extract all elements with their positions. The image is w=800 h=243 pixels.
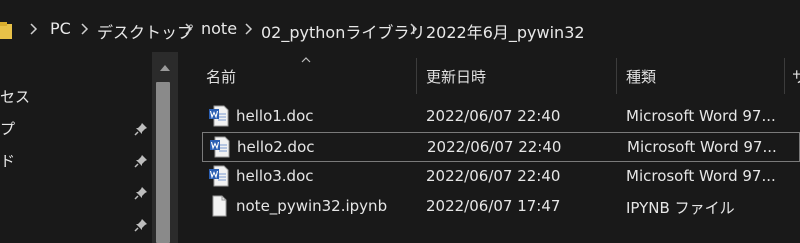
pin-icon[interactable] <box>134 186 148 200</box>
nav-item-label: セス <box>0 88 31 106</box>
breadcrumb-note[interactable]: note <box>201 19 237 38</box>
chevron-right-icon[interactable] <box>79 22 89 36</box>
file-type: IPYNB ファイル <box>626 199 735 217</box>
file-name: hello3.doc <box>236 167 314 185</box>
file-type: Microsoft Word 97... <box>626 167 776 185</box>
column-divider[interactable] <box>416 58 417 94</box>
generic-file-icon <box>212 195 227 217</box>
breadcrumb-desktop[interactable]: デスクトップ <box>97 19 193 43</box>
folder-icon <box>0 22 12 39</box>
column-header-type[interactable]: 種類 <box>626 66 656 87</box>
chevron-right-icon[interactable] <box>28 22 38 36</box>
file-name: hello2.doc <box>237 138 315 156</box>
breadcrumb-current-folder[interactable]: 2022年6月_pywin32 <box>426 19 585 43</box>
breadcrumb-pc[interactable]: PC <box>50 19 71 38</box>
file-name: hello1.doc <box>236 107 314 125</box>
chevron-right-icon[interactable] <box>243 22 253 36</box>
chevron-right-icon[interactable] <box>183 22 193 36</box>
file-list: 名前 更新日時 種類 サ hello1.doc 2022/06/07 22:40… <box>180 52 800 243</box>
file-row[interactable]: note_pywin32.ipynb 2022/06/07 17:47 IPYN… <box>202 192 800 222</box>
pin-icon[interactable] <box>134 122 148 136</box>
column-divider[interactable] <box>616 58 617 94</box>
nav-item-downloads[interactable]: ド <box>0 150 15 176</box>
sort-ascending-caret-icon <box>301 57 311 63</box>
column-header-date-modified[interactable]: 更新日時 <box>426 66 486 87</box>
file-row[interactable]: hello1.doc 2022/06/07 22:40 Microsoft Wo… <box>202 102 800 132</box>
file-name: note_pywin32.ipynb <box>236 197 388 215</box>
pin-icon[interactable] <box>134 154 148 168</box>
address-bar[interactable]: PC デスクトップ note 02_pythonライブラリ 2022年6月_py… <box>0 0 800 52</box>
nav-scrollbar[interactable] <box>152 52 178 243</box>
file-row-selected[interactable]: hello2.doc 2022/06/07 22:40 Microsoft Wo… <box>202 132 800 162</box>
chevron-right-icon[interactable] <box>408 22 418 36</box>
nav-item-label: プ <box>0 120 16 138</box>
file-row[interactable]: hello3.doc 2022/06/07 22:40 Microsoft Wo… <box>202 162 800 192</box>
word-doc-icon <box>209 105 229 127</box>
nav-item-desktop[interactable]: プ <box>0 118 15 144</box>
file-date-modified: 2022/06/07 17:47 <box>426 197 561 215</box>
word-doc-icon <box>209 165 229 187</box>
breadcrumb-python-library[interactable]: 02_pythonライブラリ <box>261 19 425 43</box>
file-type: Microsoft Word 97... <box>627 138 777 156</box>
scrollbar-thumb[interactable] <box>156 82 170 243</box>
word-doc-icon <box>210 136 230 158</box>
file-type: Microsoft Word 97... <box>626 107 776 125</box>
pin-icon[interactable] <box>134 218 148 232</box>
file-date-modified: 2022/06/07 22:40 <box>426 107 561 125</box>
column-divider[interactable] <box>784 58 785 94</box>
column-header-size[interactable]: サ <box>792 66 800 87</box>
scroll-up-arrow-icon[interactable] <box>159 64 171 72</box>
file-date-modified: 2022/06/07 22:40 <box>427 138 562 156</box>
nav-item-quick-access[interactable]: セス <box>0 86 30 112</box>
column-header-name[interactable]: 名前 <box>206 66 236 87</box>
file-date-modified: 2022/06/07 22:40 <box>426 167 561 185</box>
nav-item-label: ド <box>0 152 16 170</box>
